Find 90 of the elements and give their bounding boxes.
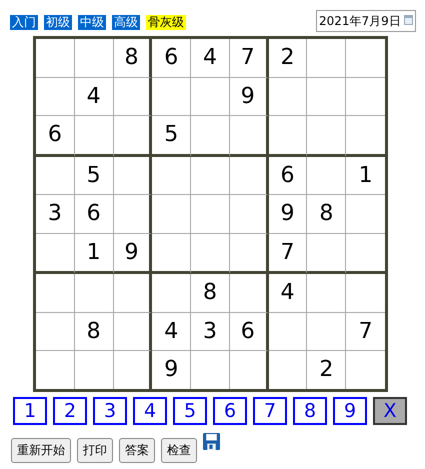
sudoku-cell[interactable]: 4: [74, 78, 114, 116]
answer-field[interactable]: [36, 78, 75, 116]
answer-field[interactable]: [114, 78, 152, 116]
sudoku-cell[interactable]: 6: [36, 116, 75, 156]
sudoku-cell[interactable]: 7: [230, 39, 269, 78]
date-field[interactable]: 2021年7月9日: [316, 10, 416, 32]
answer-field[interactable]: [307, 116, 346, 156]
answer-field[interactable]: [114, 195, 152, 234]
answer-field[interactable]: [268, 116, 308, 156]
answer-field[interactable]: [36, 156, 75, 195]
action-button[interactable]: 重新开始: [11, 438, 71, 462]
sudoku-cell[interactable]: 8: [74, 312, 114, 351]
answer-field[interactable]: [268, 78, 308, 116]
answer-field[interactable]: [230, 234, 269, 274]
clear-button[interactable]: X: [373, 396, 407, 424]
sudoku-cell[interactable]: 2: [268, 39, 308, 78]
sudoku-cell[interactable]: 7: [346, 312, 385, 351]
number-button[interactable]: 9: [333, 396, 367, 424]
sudoku-cell[interactable]: 8: [191, 274, 230, 312]
number-button[interactable]: 1: [13, 396, 47, 424]
sudoku-cell[interactable]: 6: [230, 312, 269, 351]
sudoku-cell[interactable]: 5: [74, 156, 114, 195]
answer-field[interactable]: [268, 312, 308, 351]
sudoku-cell[interactable]: 9: [230, 78, 269, 116]
answer-field[interactable]: [191, 78, 230, 116]
sudoku-cell[interactable]: 8: [307, 195, 346, 234]
answer-field[interactable]: [74, 39, 114, 78]
answer-field[interactable]: [307, 234, 346, 274]
sudoku-cell[interactable]: 1: [346, 156, 385, 195]
answer-field[interactable]: [230, 116, 269, 156]
answer-field[interactable]: [152, 156, 192, 195]
answer-field[interactable]: [36, 312, 75, 351]
answer-field[interactable]: [307, 156, 346, 195]
answer-field[interactable]: [152, 274, 192, 312]
answer-field[interactable]: [36, 234, 75, 274]
sudoku-cell[interactable]: 4: [268, 274, 308, 312]
calendar-icon[interactable]: [404, 15, 413, 25]
answer-field[interactable]: [191, 116, 230, 156]
number-button[interactable]: 7: [253, 396, 287, 424]
answer-field[interactable]: [307, 312, 346, 351]
answer-field[interactable]: [152, 234, 192, 274]
sudoku-cell[interactable]: 8: [114, 39, 152, 78]
answer-field[interactable]: [307, 39, 346, 78]
answer-field[interactable]: [191, 195, 230, 234]
answer-field[interactable]: [74, 274, 114, 312]
number-button[interactable]: 8: [293, 396, 327, 424]
answer-field[interactable]: [191, 156, 230, 195]
answer-field[interactable]: [114, 312, 152, 351]
sudoku-cell[interactable]: 6: [74, 195, 114, 234]
sudoku-cell[interactable]: 4: [152, 312, 192, 351]
answer-field[interactable]: [230, 156, 269, 195]
number-button[interactable]: 6: [213, 396, 247, 424]
sudoku-cell[interactable]: 9: [268, 195, 308, 234]
number-button[interactable]: 5: [173, 396, 207, 424]
sudoku-cell[interactable]: 3: [36, 195, 75, 234]
sudoku-cell[interactable]: 4: [191, 39, 230, 78]
answer-field[interactable]: [230, 274, 269, 312]
answer-field[interactable]: [36, 39, 75, 78]
action-button[interactable]: 答案: [119, 438, 155, 462]
number-button[interactable]: 4: [133, 396, 167, 424]
answer-field[interactable]: [307, 78, 346, 116]
answer-field[interactable]: [191, 234, 230, 274]
level-tab[interactable]: 高级: [112, 15, 140, 30]
action-button[interactable]: 检查: [161, 438, 197, 462]
level-tab[interactable]: 中级: [78, 15, 106, 30]
sudoku-cell[interactable]: 5: [152, 116, 192, 156]
answer-field[interactable]: [114, 156, 152, 195]
sudoku-cell[interactable]: 2: [307, 351, 346, 388]
answer-field[interactable]: [114, 274, 152, 312]
answer-field[interactable]: [74, 116, 114, 156]
answer-field[interactable]: [307, 274, 346, 312]
answer-field[interactable]: [152, 195, 192, 234]
number-button[interactable]: 3: [93, 396, 127, 424]
number-button[interactable]: 2: [53, 396, 87, 424]
sudoku-cell[interactable]: 6: [152, 39, 192, 78]
level-tab[interactable]: 初级: [44, 15, 72, 30]
answer-field[interactable]: [114, 116, 152, 156]
level-tab[interactable]: 入门: [10, 15, 38, 30]
sudoku-cell[interactable]: 9: [114, 234, 152, 274]
action-button[interactable]: 打印: [77, 438, 113, 462]
sudoku-cell[interactable]: 7: [268, 234, 308, 274]
save-icon[interactable]: [203, 432, 220, 450]
sudoku-cell[interactable]: 3: [191, 312, 230, 351]
answer-field[interactable]: [152, 78, 192, 116]
answer-field[interactable]: [230, 195, 269, 234]
level-tab[interactable]: 骨灰级: [146, 15, 186, 30]
answer-field[interactable]: [36, 274, 75, 312]
sudoku-cell[interactable]: 1: [74, 234, 114, 274]
sudoku-cell[interactable]: 6: [268, 156, 308, 195]
sudoku-cell[interactable]: 9: [152, 351, 192, 388]
